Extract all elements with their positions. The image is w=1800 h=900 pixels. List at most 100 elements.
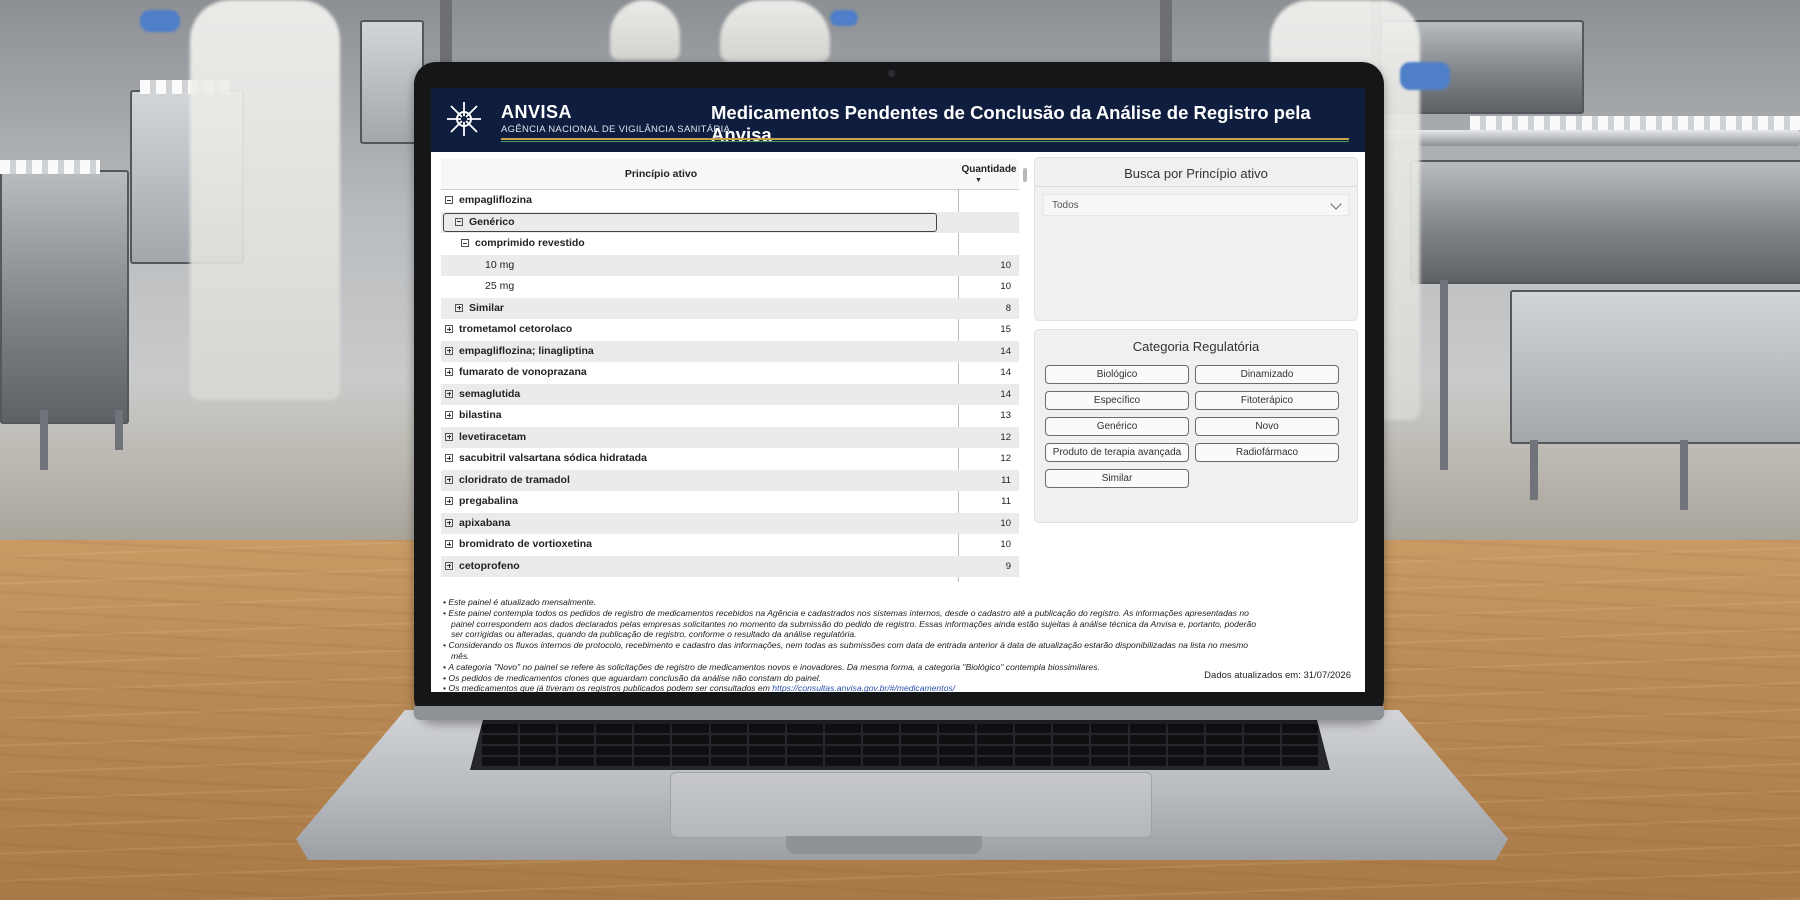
keyboard-key — [596, 735, 633, 744]
table-row[interactable]: apixabana 10 — [441, 512, 1019, 534]
keyboard-key — [1205, 735, 1242, 744]
expand-plus-icon[interactable] — [445, 497, 453, 505]
table-row[interactable]: fumarato de vonoprazana 14 — [441, 362, 1019, 384]
category-button[interactable]: Novo — [1195, 417, 1339, 436]
expand-minus-icon[interactable] — [455, 217, 463, 226]
keyboard-key — [900, 735, 938, 744]
row-label: comprimido revestido — [475, 237, 585, 249]
laptop-hinge — [414, 706, 1384, 720]
category-button[interactable]: Genérico — [1045, 417, 1189, 436]
keyboard-key — [862, 757, 899, 766]
glove — [1400, 62, 1450, 90]
category-button[interactable]: Similar — [1045, 469, 1189, 488]
expand-minus-icon[interactable] — [461, 239, 469, 247]
keyboard-key — [900, 724, 938, 733]
keyboard-key — [672, 735, 709, 744]
expand-plus-icon[interactable] — [445, 432, 453, 441]
table-row[interactable]: 10 mg 10 — [441, 254, 1019, 276]
row-quantity: 11 — [1001, 496, 1011, 507]
conveyor — [1380, 130, 1800, 146]
column-header-quantidade[interactable]: Quantidade — [959, 164, 1019, 175]
keyboard-key — [482, 735, 519, 744]
keyboard-key — [824, 724, 861, 733]
keyboard-key — [634, 746, 671, 755]
expand-plus-icon[interactable] — [445, 325, 453, 333]
keyboard-key — [596, 746, 633, 755]
table-row[interactable]: 25 mg 10 — [441, 276, 1019, 298]
glove — [140, 10, 180, 32]
medicines-matrix-table[interactable]: Princípio ativo Quantidade ▼ empaglifloz… — [441, 159, 1019, 582]
row-label: fumarato de vonoprazana — [459, 366, 587, 378]
laptop-trackpad — [670, 772, 1152, 838]
category-button[interactable]: Produto de terapia avançada — [1045, 443, 1189, 462]
category-button[interactable]: Radiofármaco — [1195, 443, 1339, 462]
principio-ativo-dropdown[interactable]: Todos — [1043, 194, 1349, 216]
table-row[interactable]: levetiracetam 12 — [441, 426, 1019, 448]
table-row[interactable]: empagliflozina — [441, 190, 1019, 212]
category-panel: Categoria Regulatória Biológico Dinamizad… — [1035, 330, 1357, 522]
keyboard-key — [596, 724, 633, 733]
category-button[interactable]: Específico — [1045, 391, 1189, 410]
category-button[interactable]: Biológico — [1045, 365, 1189, 384]
footnote-text: Os medicamentos que já tiveram os regist… — [448, 683, 773, 692]
expand-plus-icon[interactable] — [445, 454, 453, 462]
machine-leg — [1440, 280, 1448, 470]
keyboard-key — [482, 724, 519, 733]
keyboard-key — [1281, 746, 1318, 755]
table-row[interactable]: sacubitril valsartana sódica hidratada 12 — [441, 448, 1019, 470]
keyboard-key — [862, 724, 899, 733]
table-row[interactable]: Similar 8 — [441, 297, 1019, 319]
expand-plus-icon[interactable] — [445, 389, 453, 398]
search-panel: Busca por Princípio ativo Todos — [1035, 158, 1357, 320]
expand-plus-icon[interactable] — [445, 475, 453, 484]
category-panel-title: Categoria Regulatória — [1132, 339, 1260, 354]
category-button[interactable]: Fitoterápico — [1195, 391, 1339, 410]
keyboard-key — [977, 735, 1014, 744]
expand-plus-icon[interactable] — [455, 303, 463, 312]
footnote-item: Considerando os fluxos internos de proto… — [443, 640, 1261, 662]
table-row[interactable]: empagliflozina; linagliptina 14 — [441, 340, 1019, 362]
table-row[interactable]: pregabalina 11 — [441, 491, 1019, 513]
keyboard-key — [939, 757, 976, 766]
table-row[interactable]: trometamol cetorolaco 15 — [441, 319, 1019, 341]
selection-highlight — [443, 212, 937, 232]
expand-plus-icon[interactable] — [445, 540, 453, 548]
table-row[interactable]: Genérico — [441, 211, 1019, 233]
keyboard-key — [558, 757, 595, 766]
column-header-principio-ativo[interactable]: Princípio ativo — [441, 168, 881, 180]
keyboard-key — [1167, 735, 1204, 744]
keyboard-key — [748, 735, 785, 744]
table-row[interactable]: bilastina 13 — [441, 405, 1019, 427]
keyboard-key — [1091, 724, 1128, 733]
expand-minus-icon[interactable] — [445, 196, 453, 204]
search-panel-title: Busca por Princípio ativo — [1124, 166, 1268, 181]
expand-plus-icon[interactable] — [445, 561, 453, 570]
keyboard-key — [977, 746, 1014, 755]
consultas-link[interactable]: https://consultas.anvisa.gov.br/#/medica… — [772, 683, 955, 692]
category-button[interactable]: Dinamizado — [1195, 365, 1339, 384]
table-row[interactable]: cloridrato de tramadol 11 — [441, 469, 1019, 491]
row-label: semaglutida — [459, 387, 521, 400]
keyboard-key — [520, 757, 557, 766]
table-row[interactable]: semaglutida 14 — [441, 383, 1019, 405]
expand-plus-icon[interactable] — [445, 368, 453, 376]
table-row[interactable]: bromidrato de vortioxetina 10 — [441, 534, 1019, 556]
row-label: Similar — [469, 301, 505, 314]
expand-plus-icon[interactable] — [445, 346, 453, 355]
keyboard-key — [1167, 746, 1204, 755]
sort-desc-icon[interactable]: ▼ — [975, 177, 982, 184]
table-scrollbar[interactable] — [1023, 168, 1027, 182]
keyboard-key — [1281, 735, 1318, 744]
expand-plus-icon[interactable] — [445, 411, 453, 419]
keyboard-key — [1091, 735, 1128, 744]
machine-leg — [40, 410, 48, 470]
keyboard-key — [1243, 746, 1280, 755]
keyboard-key — [1015, 724, 1052, 733]
keyboard-key — [672, 746, 709, 755]
expand-plus-icon[interactable] — [445, 518, 453, 527]
row-quantity: 10 — [1000, 517, 1011, 529]
row-label: 10 mg — [485, 258, 515, 271]
table-row[interactable]: cetoprofeno 9 — [441, 555, 1019, 577]
table-row[interactable]: comprimido revestido — [441, 233, 1019, 255]
keyboard-key — [634, 724, 671, 733]
